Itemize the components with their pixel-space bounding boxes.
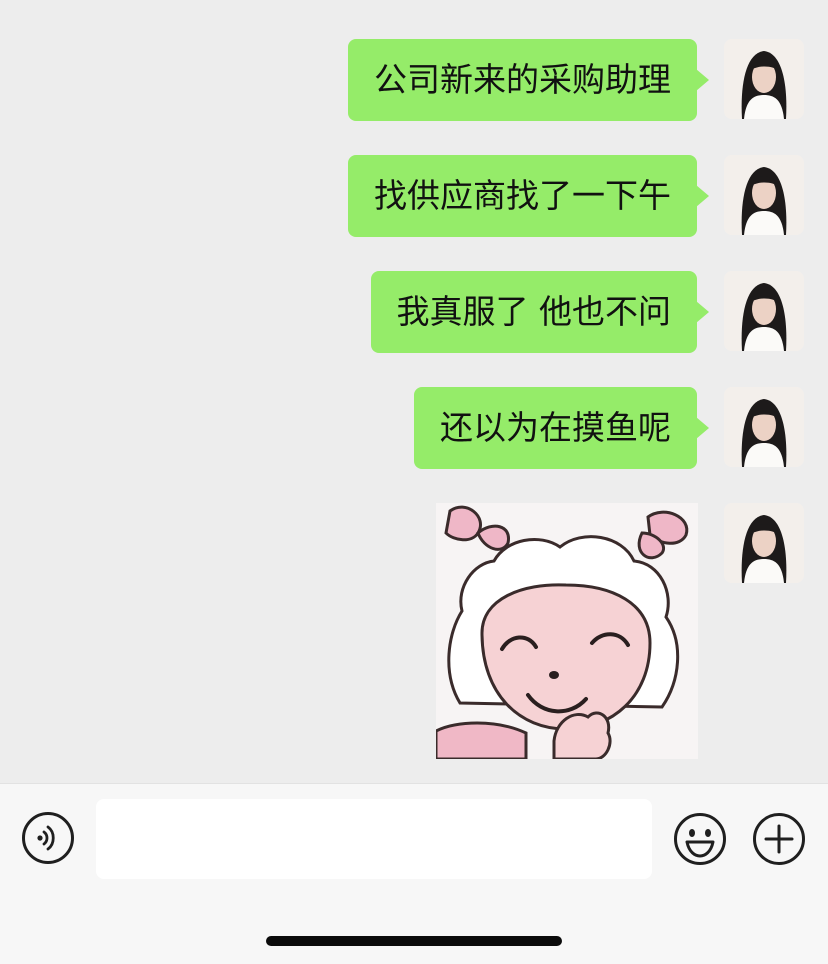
avatar[interactable] xyxy=(724,39,804,119)
sticker-image[interactable] xyxy=(436,503,698,759)
home-indicator[interactable] xyxy=(266,936,562,946)
message-input[interactable] xyxy=(96,799,652,879)
avatar[interactable] xyxy=(724,503,804,583)
message-bubble[interactable]: 还以为在摸鱼呢 xyxy=(414,387,709,469)
emoji-button[interactable] xyxy=(673,812,727,866)
voice-icon xyxy=(37,825,55,851)
plus-icon xyxy=(753,813,805,865)
voice-button[interactable] xyxy=(22,812,74,864)
avatar[interactable] xyxy=(724,271,804,351)
plus-button[interactable] xyxy=(752,812,806,866)
chat-area: 公司新来的采购助理 找供应商找了一下午 我真服了 他也不问 还以为在摸鱼呢 xyxy=(0,0,828,783)
emoji-icon xyxy=(674,813,726,865)
message-bubble[interactable]: 我真服了 他也不问 xyxy=(370,271,709,353)
message-bubble[interactable]: 找供应商找了一下午 xyxy=(348,155,709,237)
avatar[interactable] xyxy=(724,155,804,235)
avatar[interactable] xyxy=(724,387,804,467)
message-bubble[interactable]: 公司新来的采购助理 xyxy=(348,39,709,121)
